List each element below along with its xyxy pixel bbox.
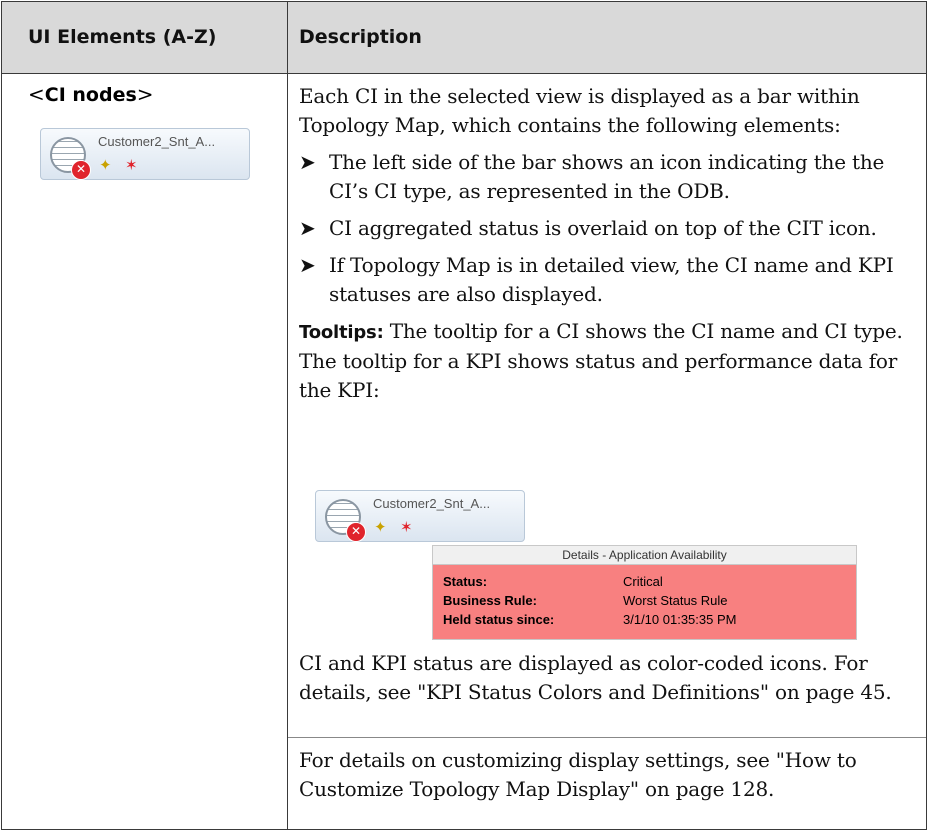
bullet-item: ➤ CI aggregated status is overlaid on top… [299, 214, 919, 243]
ui-elements-table: UI Elements (A-Z) Description <CI nodes>… [1, 1, 927, 830]
customize-paragraph: For details on customizing display setti… [299, 748, 857, 801]
column-divider [287, 2, 288, 829]
row-description: Each CI in the selected view is displaye… [299, 82, 919, 405]
kpi-warning-icon: ✦ [374, 518, 387, 536]
kpi-warning-icon: ✦ [99, 156, 112, 174]
kpi-critical-icon: ✶ [400, 518, 413, 536]
status-colors-paragraph: CI and KPI status are displayed as color… [299, 651, 892, 704]
arrow-bullet-icon: ➤ [299, 253, 316, 277]
ci-node-example: ✕ Customer2_Snt_A... ✦ ✶ [40, 128, 250, 180]
critical-status-icon: ✕ [71, 160, 91, 180]
bullet-item: ➤ If Topology Map is in detailed view, th… [299, 253, 894, 306]
header-ui-elements: UI Elements (A-Z) [28, 26, 217, 48]
header-description: Description [299, 26, 422, 48]
arrow-bullet-icon: ➤ [299, 216, 316, 240]
row-name: <CI nodes> [28, 82, 154, 106]
tooltips-paragraph: Tooltips: The tooltip for a CI shows the… [299, 319, 903, 402]
table-header: UI Elements (A-Z) Description [2, 2, 926, 74]
row-name-label: CI nodes [44, 84, 137, 106]
bullet-item: ➤ The left side of the bar shows an icon … [299, 150, 885, 203]
arrow-bullet-icon: ➤ [299, 150, 316, 174]
ci-node-tooltip-example: ✕ Customer2_Snt_A... ✦ ✶ [315, 490, 525, 542]
tooltips-lead: Tooltips: [299, 322, 384, 343]
ci-node-label: Customer2_Snt_A... [373, 496, 491, 511]
ci-node-label: Customer2_Snt_A... [98, 134, 216, 149]
kpi-tooltip: Details - Application Availability Statu… [432, 545, 857, 640]
paragraph-separator [288, 737, 926, 738]
tooltip-title: Details - Application Availability [433, 546, 856, 565]
intro-text: Each CI in the selected view is displaye… [299, 84, 860, 137]
kpi-critical-icon: ✶ [125, 156, 138, 174]
critical-status-icon: ✕ [346, 522, 366, 542]
